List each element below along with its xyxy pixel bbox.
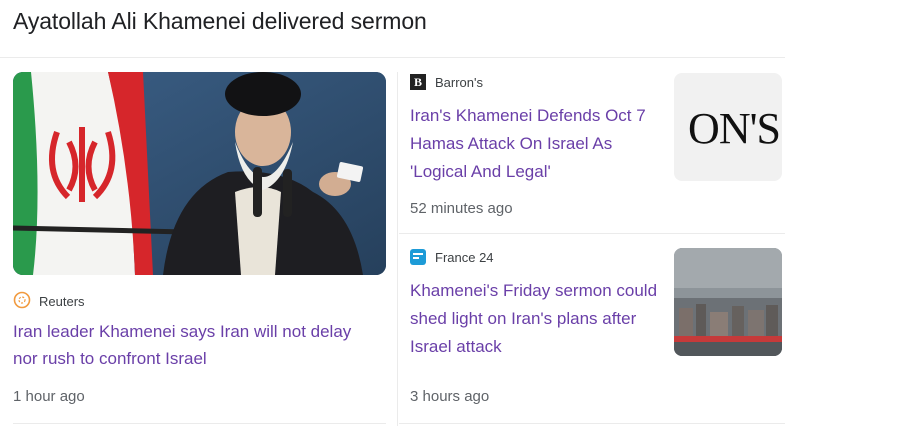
bottom-divider-left <box>13 423 386 424</box>
barrons-story-thumbnail[interactable]: ON'S <box>674 73 782 181</box>
featured-story-source-name: Reuters <box>39 294 85 309</box>
featured-story-card[interactable]: Reuters Iran leader Khamenei says Iran w… <box>13 72 386 426</box>
france24-story-thumbnail[interactable] <box>674 248 782 356</box>
barrons-story-source: B Barron's <box>410 73 670 91</box>
barrons-story-time: 52 minutes ago <box>410 200 513 217</box>
featured-story-source: Reuters <box>13 291 85 312</box>
barrons-story-title-link[interactable]: Iran's Khamenei Defends Oct 7 Hamas Atta… <box>410 102 670 186</box>
story-divider <box>399 233 785 234</box>
barrons-thumbnail-text: ON'S <box>688 104 781 153</box>
section-heading: Ayatollah Ali Khamenei delivered sermon <box>13 8 427 34</box>
barrons-logo-icon: B <box>410 74 426 90</box>
reuters-logo-icon <box>13 291 31 312</box>
bottom-divider-right <box>399 423 785 424</box>
column-divider <box>397 72 398 426</box>
france24-story-card[interactable]: France 24 Khamenei's Friday sermon could… <box>410 248 670 413</box>
france24-story-title-link[interactable]: Khamenei's Friday sermon could shed ligh… <box>410 277 670 361</box>
featured-story-image[interactable] <box>13 72 386 275</box>
featured-story-time: 1 hour ago <box>13 388 85 405</box>
france24-story-source-name: France 24 <box>435 249 494 265</box>
heading-divider <box>0 57 785 58</box>
france24-story-time: 3 hours ago <box>410 388 490 405</box>
featured-story-title-link[interactable]: Iran leader Khamenei says Iran will not … <box>13 318 373 372</box>
france24-story-source: France 24 <box>410 248 670 266</box>
france24-logo-icon <box>410 249 426 265</box>
barrons-story-source-name: Barron's <box>435 74 484 90</box>
barrons-story-card[interactable]: B Barron's Iran's Khamenei Defends Oct 7… <box>410 73 670 223</box>
